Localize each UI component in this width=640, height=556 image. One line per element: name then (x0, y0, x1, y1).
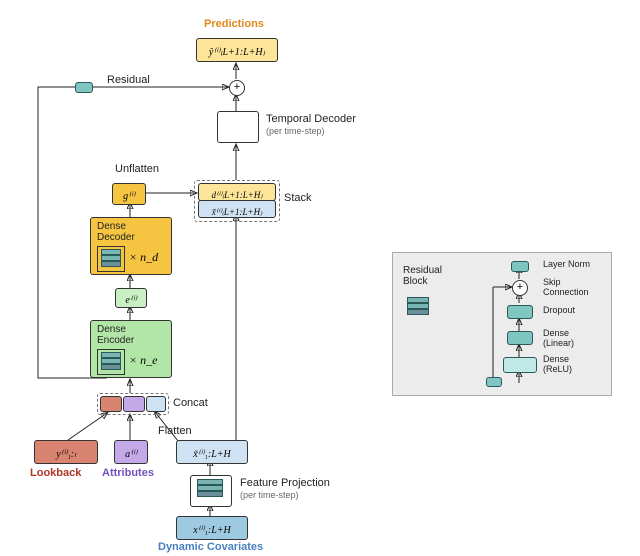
legend-plus-icon: + (512, 280, 528, 296)
legend-dropout: Dropout (543, 305, 575, 315)
feature-projection-sub: (per time-step) (240, 490, 299, 500)
dense-encoder-title: Dense Encoder (97, 324, 177, 346)
dense-decoder-title: Dense Decoder (97, 221, 177, 243)
d-box: d⁽ⁱ⁾₍L+1:L+H₎ (198, 183, 276, 201)
g-box: g⁽ⁱ⁾ (112, 183, 146, 205)
residual-chip (75, 82, 93, 93)
y-box: y⁽ⁱ⁾₁:ₗ (34, 440, 98, 464)
unflatten-label: Unflatten (115, 163, 159, 175)
residual-label: Residual (107, 74, 150, 86)
pred-box: ŷ⁽ⁱ⁾₍L+1:L+H₎ (196, 38, 278, 62)
y-symbol: y⁽ⁱ⁾₁:ₗ (56, 449, 76, 460)
dyn-cov-label: Dynamic Covariates (158, 541, 263, 553)
dense-decoder-box: Dense Decoder × n_d (90, 217, 172, 275)
d-symbol: d⁽ⁱ⁾₍L+1:L+H₎ (211, 190, 262, 200)
legend-title: Residual Block (403, 265, 442, 287)
concat-x-chip (146, 396, 166, 412)
concat-a-chip (123, 396, 145, 412)
attributes-label: Attributes (102, 467, 154, 479)
x-box: x⁽ⁱ⁾₁:L+H (176, 516, 248, 540)
pred-symbol: ŷ⁽ⁱ⁾₍L+1:L+H₎ (209, 47, 265, 58)
temporal-decoder-sub: (per time-step) (266, 126, 325, 136)
lookback-label: Lookback (30, 467, 81, 479)
flatten-label: Flatten (158, 425, 192, 437)
e-symbol: e⁽ⁱ⁾ (125, 295, 136, 306)
temporal-decoder-title: Temporal Decoder (266, 113, 356, 125)
stack-label: Stack (284, 192, 312, 204)
legend-dense-relu-chip (503, 357, 537, 373)
xt-symbol: x̃⁽ⁱ⁾₁:L+H (193, 449, 230, 460)
residual-sum-icon: + (229, 80, 245, 96)
temporal-decoder-box (217, 111, 259, 143)
x-symbol: x⁽ⁱ⁾₁:L+H (193, 525, 230, 536)
xtilde-stack-box: x̃⁽ⁱ⁾₍L+1:L+H₎ (198, 200, 276, 218)
legend-dropout-chip (507, 305, 533, 319)
dense-decoder-icon-frame (97, 246, 125, 272)
legend-skip: Skip Connection (543, 277, 589, 297)
concat-label: Concat (173, 397, 208, 409)
dense-encoder-box: Dense Encoder × n_e (90, 320, 172, 378)
xtilde-symbol: x̃⁽ⁱ⁾₍L+1:L+H₎ (212, 207, 263, 217)
legend-dense-relu: Dense (ReLU) (543, 354, 572, 374)
legend-ln-chip (511, 261, 529, 272)
feature-projection-icon (197, 479, 223, 497)
legend-panel: Residual Block + Layer Norm Skip Connect… (392, 252, 612, 396)
a-box: a⁽ⁱ⁾ (114, 440, 148, 464)
legend-layer-norm: Layer Norm (543, 259, 590, 269)
predictions-title: Predictions (204, 18, 264, 30)
g-symbol: g⁽ⁱ⁾ (123, 191, 135, 202)
a-symbol: a⁽ⁱ⁾ (125, 449, 137, 460)
dense-encoder-icon-frame (97, 349, 125, 375)
xt-box: x̃⁽ⁱ⁾₁:L+H (176, 440, 248, 464)
legend-input-chip (486, 377, 502, 387)
feature-projection-title: Feature Projection (240, 477, 330, 489)
concat-y-chip (100, 396, 122, 412)
dense-decoder-count: × n_d (129, 250, 158, 265)
e-box: e⁽ⁱ⁾ (115, 288, 147, 308)
legend-residual-icon (407, 297, 429, 315)
legend-dense-linear: Dense (Linear) (543, 328, 574, 348)
dense-encoder-count: × n_e (129, 353, 157, 368)
legend-dense-linear-chip (507, 331, 533, 345)
